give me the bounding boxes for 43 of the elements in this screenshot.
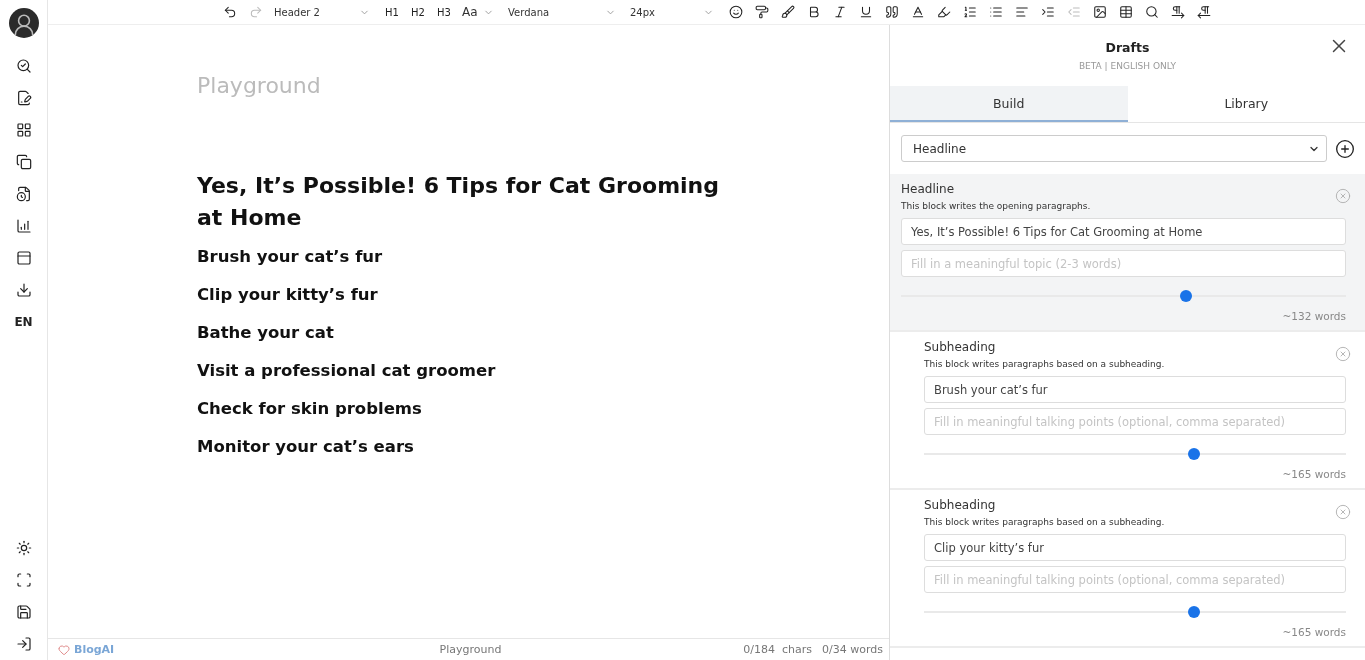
topic-field[interactable]: Brush your cat’s fur [924,376,1346,403]
points-field[interactable]: Fill in meaningful talking points (optional, comma separated) [924,566,1346,593]
word-estimate: ~165 words [1281,626,1346,638]
case-select[interactable]: Aa [458,0,498,24]
block-type-select[interactable]: Headline [901,135,1327,162]
article-subheading: Monitor your cat’s ears [197,436,415,458]
topic-field[interactable]: Yes, It’s Possible! 6 Tips for Cat Grooming at Home [901,218,1346,245]
article-subheading: Visit a professional cat groomer [197,360,497,382]
block-format-select[interactable]: Header 2 [270,0,374,24]
heading-button[interactable]: H2 [406,0,430,24]
heading-button[interactable]: H3 [432,0,456,24]
panel-tab[interactable]: Build [890,86,1128,122]
panel-subtitle: BETA | ENGLISH ONLY [1077,61,1178,71]
slider-thumb[interactable] [1179,290,1192,302]
block-description: This block writes paragraphs based on a subheading. [924,517,1166,527]
document-name: Playground [439,643,502,656]
points-field[interactable]: Fill in a meaningful topic (2-3 words) [901,250,1346,277]
language-button[interactable]: EN [10,306,37,338]
block-title: Subheading [924,498,997,512]
size-select[interactable]: 24px [626,0,718,24]
article-subheading: Check for skin problems [197,398,423,420]
points-field[interactable]: Fill in meaningful talking points (optional, comma separated) [924,408,1346,435]
heading-button[interactable]: H1 [380,0,404,24]
article-headline: Yes, It’s Possible! 6 Tips for Cat Grooming at Home [197,172,721,232]
block-title: Subheading [924,340,997,354]
word-estimate: ~165 words [1281,468,1346,480]
article-subheading: Bathe your cat [197,322,335,344]
font-select[interactable]: Verdana [504,0,620,24]
article-subheading: Brush your cat’s fur [197,246,384,268]
word-estimate: ~132 words [1281,310,1346,322]
char-count: 0/184 chars [743,643,813,656]
avatar[interactable] [8,8,39,38]
topic-field[interactable]: Clip your kitty’s fur [924,534,1346,561]
slider-thumb[interactable] [1188,606,1201,618]
slider-thumb[interactable] [1188,448,1201,460]
block-description: This block writes the opening paragraphs. [901,201,1092,211]
add-icon[interactable] [1335,138,1355,159]
heart-icon [58,643,70,656]
panel-title: Drafts [1104,40,1151,55]
block-title: Headline [901,182,956,196]
article-subheading: Clip your kitty’s fur [197,284,379,306]
block-description: This block writes paragraphs based on a subheading. [924,359,1166,369]
word-count: 0/34 words [822,643,883,656]
